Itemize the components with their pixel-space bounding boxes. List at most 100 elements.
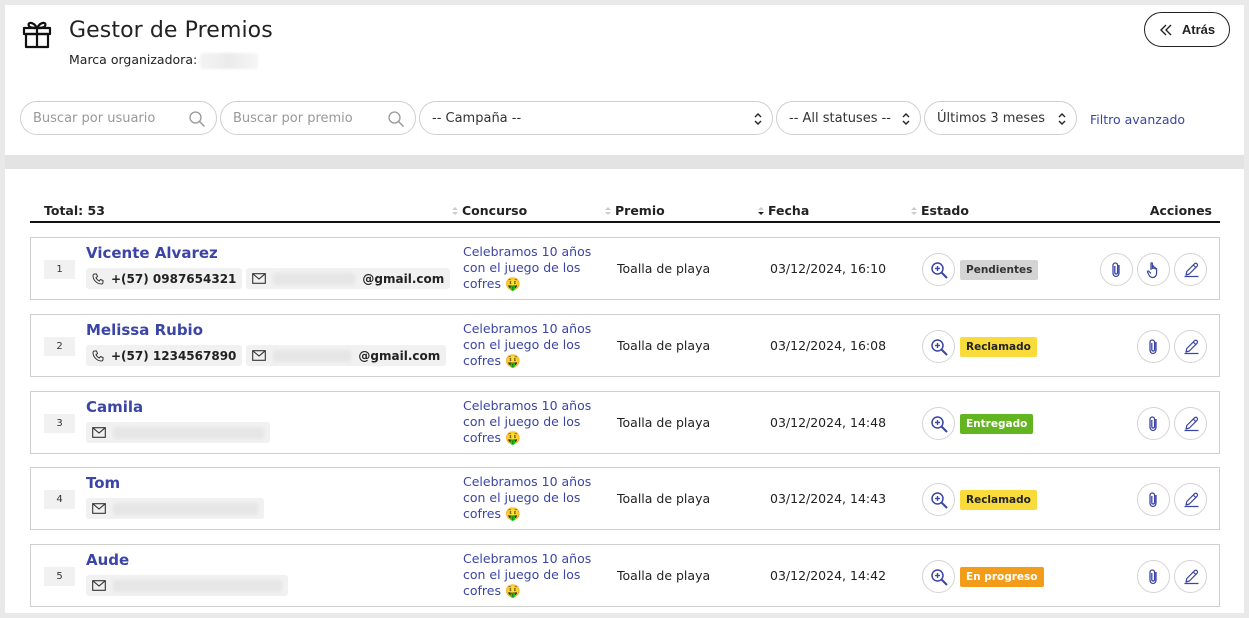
prize-name: Toalla de playa bbox=[617, 261, 711, 276]
mail-icon bbox=[92, 580, 106, 591]
status-badge: Entregado bbox=[960, 414, 1034, 434]
pencil-icon bbox=[1184, 416, 1199, 432]
user-search-input[interactable]: Buscar por usuario bbox=[20, 101, 217, 135]
contest-link[interactable]: Celebramos 10 años con el juego de los c… bbox=[463, 551, 598, 599]
edit-button[interactable] bbox=[1174, 483, 1207, 516]
sort-icon bbox=[911, 207, 917, 215]
email-redacted bbox=[113, 579, 282, 592]
col-concurso[interactable]: Concurso bbox=[452, 203, 527, 218]
status-badge: Reclamado bbox=[960, 337, 1037, 357]
prize-date: 03/12/2024, 14:42 bbox=[770, 568, 887, 583]
phone-chip: +(57) 1234567890 bbox=[86, 345, 243, 366]
attach-button[interactable] bbox=[1137, 560, 1170, 593]
view-details-button[interactable] bbox=[922, 407, 955, 440]
email-chip bbox=[86, 575, 288, 596]
brand-label: Marca organizadora: bbox=[69, 52, 198, 67]
zoom-in-icon bbox=[931, 492, 948, 509]
prize-search-input[interactable]: Buscar por premio bbox=[220, 101, 416, 135]
view-details-button[interactable] bbox=[922, 330, 955, 363]
contact-chips bbox=[86, 422, 270, 443]
total-count: Total: 53 bbox=[44, 203, 105, 218]
brand-name-redacted bbox=[200, 52, 259, 69]
col-premio-label: Premio bbox=[615, 203, 665, 218]
participant-name[interactable]: Melissa Rubio bbox=[86, 321, 203, 339]
period-select[interactable]: Últimos 3 meses bbox=[924, 101, 1077, 135]
col-premio[interactable]: Premio bbox=[605, 203, 665, 218]
edit-button[interactable] bbox=[1174, 407, 1207, 440]
claim-button[interactable] bbox=[1137, 253, 1170, 286]
paperclip-icon bbox=[1112, 262, 1120, 278]
attach-button[interactable] bbox=[1100, 253, 1133, 286]
prize-name: Toalla de playa bbox=[617, 415, 711, 430]
campaign-select[interactable]: -- Campaña -- bbox=[419, 101, 773, 135]
phone-number: +(57) 1234567890 bbox=[111, 348, 237, 363]
select-caret-icon bbox=[902, 113, 910, 125]
col-acciones: Acciones bbox=[1149, 203, 1212, 218]
status-value: -- All statuses -- bbox=[789, 110, 891, 126]
participant-name[interactable]: Camila bbox=[86, 398, 143, 416]
advanced-filter-link[interactable]: Filtro avanzado bbox=[1090, 112, 1185, 127]
paperclip-icon bbox=[1149, 416, 1157, 432]
search-icon bbox=[189, 111, 206, 128]
row-index: 3 bbox=[44, 414, 75, 433]
pencil-icon bbox=[1184, 262, 1199, 278]
email-domain: @gmail.com bbox=[362, 271, 445, 286]
contest-link[interactable]: Celebramos 10 años con el juego de los c… bbox=[463, 321, 598, 369]
contest-link[interactable]: Celebramos 10 años con el juego de los c… bbox=[463, 474, 598, 522]
row-index: 1 bbox=[44, 260, 75, 279]
phone-number: +(57) 0987654321 bbox=[111, 271, 237, 286]
participant-name[interactable]: Vicente Alvarez bbox=[86, 244, 218, 262]
zoom-in-icon bbox=[931, 416, 948, 433]
view-details-button[interactable] bbox=[922, 253, 955, 286]
email-chip bbox=[86, 422, 270, 443]
contact-chips bbox=[86, 575, 288, 596]
prize-date: 03/12/2024, 14:43 bbox=[770, 491, 887, 506]
sort-icon bbox=[758, 207, 764, 215]
zoom-in-icon bbox=[931, 569, 948, 586]
paperclip-icon bbox=[1149, 492, 1157, 508]
zoom-in-icon bbox=[931, 339, 948, 356]
gift-icon bbox=[22, 21, 52, 49]
hand-pointer-icon bbox=[1146, 262, 1158, 279]
mail-icon bbox=[92, 503, 106, 514]
pencil-icon bbox=[1184, 339, 1199, 355]
table-row: 3 Camila Celebramos 10 años con el juego d… bbox=[30, 391, 1220, 454]
view-details-button[interactable] bbox=[922, 560, 955, 593]
contest-link[interactable]: Celebramos 10 años con el juego de los c… bbox=[463, 398, 598, 446]
col-estado[interactable]: Estado bbox=[911, 203, 969, 218]
edit-button[interactable] bbox=[1174, 560, 1207, 593]
email-chip bbox=[86, 498, 264, 519]
filter-bar: Buscar por usuario Buscar por premio -- … bbox=[20, 101, 1220, 135]
contest-link[interactable]: Celebramos 10 años con el juego de los c… bbox=[463, 244, 598, 292]
col-fecha-label: Fecha bbox=[768, 203, 810, 218]
user-search-placeholder: Buscar por usuario bbox=[33, 110, 156, 126]
edit-button[interactable] bbox=[1174, 253, 1207, 286]
phone-icon bbox=[92, 350, 104, 362]
prize-search-placeholder: Buscar por premio bbox=[233, 110, 353, 126]
back-button[interactable]: Atrás bbox=[1144, 12, 1230, 47]
row-index: 5 bbox=[44, 567, 75, 586]
status-badge: Pendientes bbox=[960, 260, 1039, 280]
zoom-in-icon bbox=[931, 262, 948, 279]
participant-name[interactable]: Aude bbox=[86, 551, 129, 569]
col-fecha[interactable]: Fecha bbox=[758, 203, 809, 218]
search-icon bbox=[388, 111, 405, 128]
table-row: 4 Tom Celebramos 10 años con el juego de l… bbox=[30, 467, 1220, 530]
status-select[interactable]: -- All statuses -- bbox=[776, 101, 921, 135]
paperclip-icon bbox=[1149, 569, 1157, 585]
section-divider bbox=[5, 155, 1244, 169]
row-index: 2 bbox=[44, 337, 75, 356]
campaign-value: -- Campaña -- bbox=[432, 110, 522, 126]
attach-button[interactable] bbox=[1137, 407, 1170, 440]
edit-button[interactable] bbox=[1174, 330, 1207, 363]
app-frame: Gestor de Premios Marca organizadora: At… bbox=[5, 5, 1244, 613]
period-value: Últimos 3 meses bbox=[937, 110, 1045, 126]
attach-button[interactable] bbox=[1137, 330, 1170, 363]
table-row: 2 Melissa Rubio +(57) 1234567890 @gmail.com… bbox=[30, 314, 1220, 377]
view-details-button[interactable] bbox=[922, 483, 955, 516]
participant-name[interactable]: Tom bbox=[86, 474, 120, 492]
back-label: Atrás bbox=[1181, 22, 1216, 37]
table-row: 1 Vicente Alvarez +(57) 0987654321 @gmail.c… bbox=[30, 237, 1220, 300]
paperclip-icon bbox=[1149, 339, 1157, 355]
attach-button[interactable] bbox=[1137, 483, 1170, 516]
